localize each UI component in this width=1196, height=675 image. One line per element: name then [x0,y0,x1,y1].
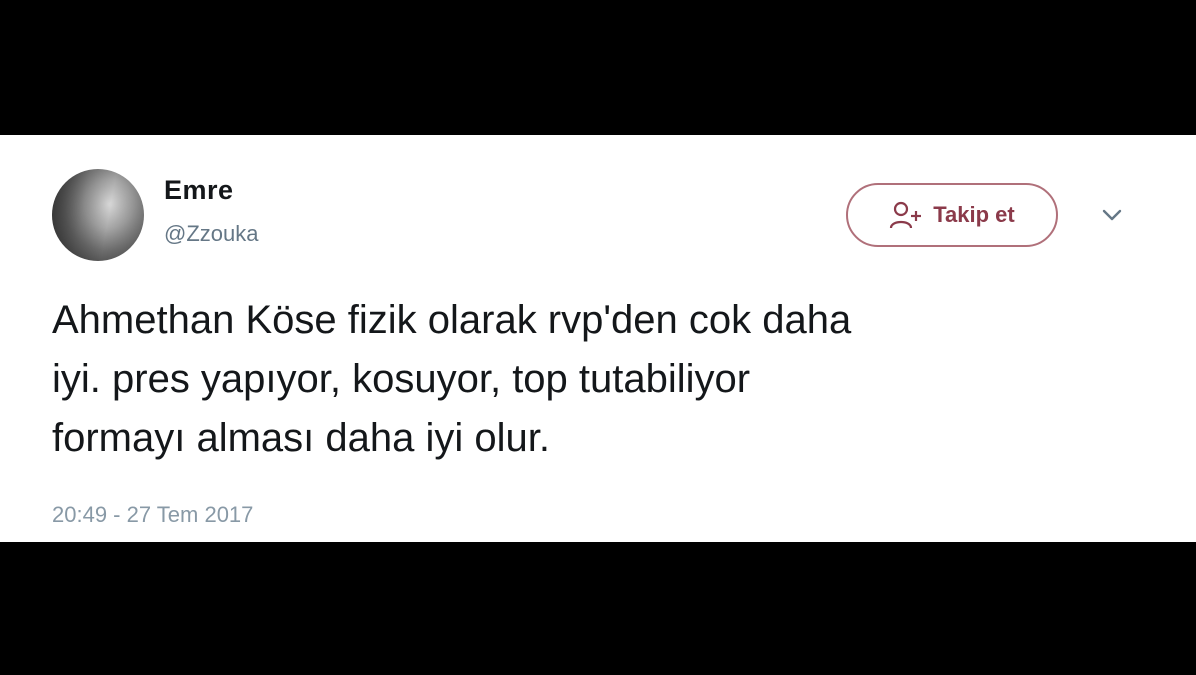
tweet-text: Ahmethan Köse fizik olarak rvp'den cok d… [52,298,852,460]
tweet-card: Emre @Zzouka Takip et Ahmethan Köse fizi… [0,135,1196,542]
follow-button[interactable]: Takip et [846,183,1058,247]
user-name[interactable]: Emre [164,175,234,206]
letterbox-top [0,0,1196,135]
add-user-icon [890,201,922,229]
avatar-shade [52,169,144,261]
user-handle[interactable]: @Zzouka [164,221,258,247]
tweet-timestamp[interactable]: 20:49 - 27 Tem 2017 [52,502,253,528]
chevron-down-icon[interactable] [1098,205,1126,225]
follow-button-label: Takip et [933,202,1015,227]
avatar[interactable] [52,169,144,261]
letterbox-bottom [0,542,1196,675]
